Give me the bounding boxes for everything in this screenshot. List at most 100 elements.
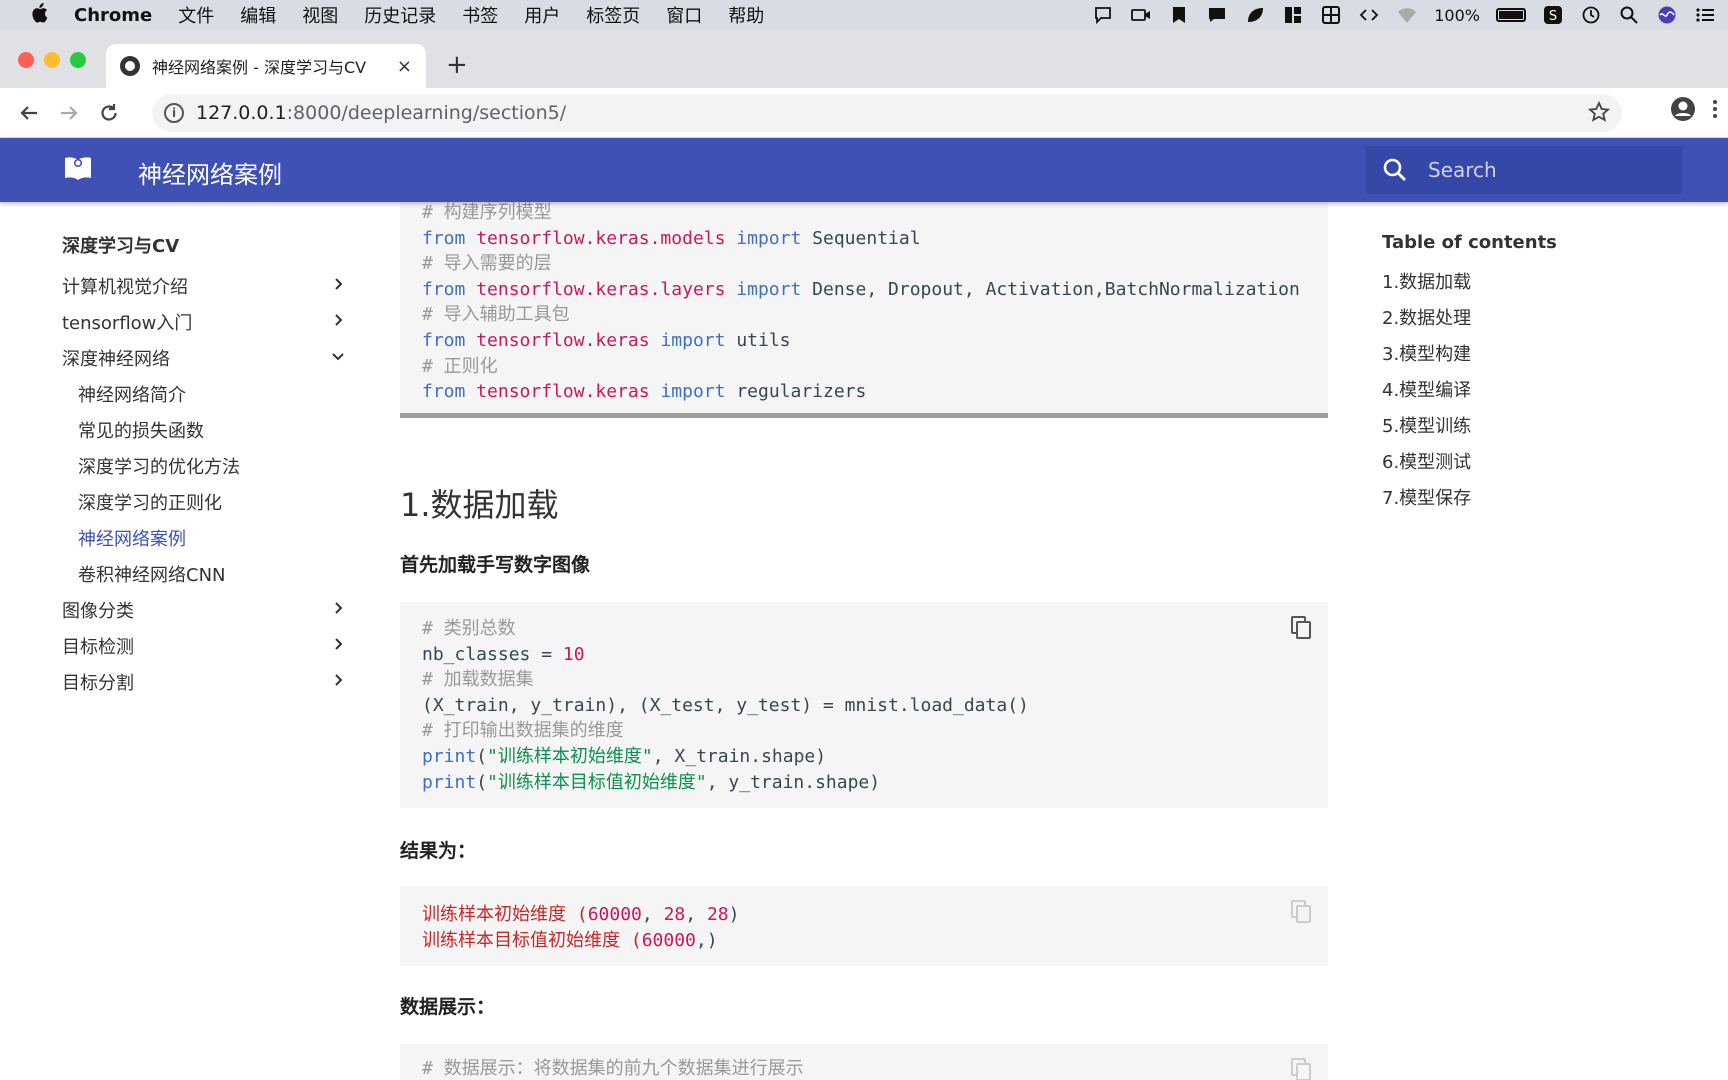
- toc-item-1[interactable]: 1.数据加载: [1382, 268, 1642, 304]
- code-string: "训练样本目标值初始维度": [487, 771, 707, 793]
- notification-icon[interactable]: [1206, 6, 1228, 24]
- output-number: 28: [706, 904, 729, 925]
- code-text: (: [476, 745, 488, 767]
- code-line: from tensorflow.keras.models import Sequ…: [422, 226, 1306, 252]
- nav-item-cnn[interactable]: 卷积神经网络CNN: [62, 556, 346, 592]
- code-text: Dense, Dropout, Activation,BatchNormaliz…: [812, 278, 1300, 300]
- nav-item-nn-intro[interactable]: 神经网络简介: [62, 376, 346, 412]
- code-icon[interactable]: [1358, 6, 1380, 24]
- chrome-menu-icon[interactable]: [1710, 98, 1720, 124]
- menu-tabs[interactable]: 标签页: [586, 2, 640, 28]
- nav-item-detection[interactable]: 目标检测: [62, 628, 346, 664]
- nav-item-segmentation[interactable]: 目标分割: [62, 664, 346, 700]
- clock-icon[interactable]: [1580, 6, 1602, 24]
- output-line: 训练样本目标值初始维度 (60000,): [422, 928, 1306, 954]
- siri-icon[interactable]: [1656, 6, 1678, 24]
- layout-icon[interactable]: [1282, 6, 1304, 24]
- bookmark-star-icon[interactable]: [1587, 100, 1611, 128]
- code-builtin: print: [422, 771, 477, 793]
- profile-avatar-icon[interactable]: [1670, 96, 1696, 126]
- browser-tab[interactable]: 神经网络案例 - 深度学习与CV ×: [106, 44, 426, 88]
- menu-bookmarks[interactable]: 书签: [462, 2, 498, 28]
- menu-app-chrome[interactable]: Chrome: [74, 5, 152, 26]
- nav-item-regularization[interactable]: 深度学习的正则化: [62, 484, 346, 520]
- toc-item-7[interactable]: 7.模型保存: [1382, 484, 1642, 520]
- menu-edit[interactable]: 编辑: [240, 2, 276, 28]
- nav-item-label: 深度学习的正则化: [78, 493, 222, 514]
- site-title[interactable]: 神经网络案例: [138, 155, 282, 190]
- toc-item-6[interactable]: 6.模型测试: [1382, 448, 1642, 484]
- chat-icon[interactable]: [1092, 6, 1114, 24]
- output-number: 60000: [641, 929, 696, 951]
- menu-view[interactable]: 视图: [302, 2, 338, 28]
- address-bar[interactable]: i 127.0.0.1:8000/deeplearning/section5/: [152, 94, 1622, 132]
- code-block-display[interactable]: # 数据展示：将数据集的前九个数据集进行展示: [400, 1044, 1328, 1080]
- app-s-icon[interactable]: S: [1542, 6, 1564, 24]
- code-comment: # 类别总数: [422, 618, 516, 639]
- code-builtin: print: [422, 745, 477, 767]
- reload-button[interactable]: [89, 93, 129, 133]
- code-block-load-data[interactable]: # 类别总数 nb_classes = 10 # 加载数据集 (X_train,…: [400, 602, 1328, 808]
- output-block[interactable]: 训练样本初始维度 (60000, 28, 28) 训练样本目标值初始维度 (60…: [400, 886, 1328, 966]
- nav-item-cv-intro[interactable]: 计算机视觉介绍: [62, 268, 346, 304]
- leaf-icon[interactable]: [1244, 6, 1266, 24]
- copy-icon[interactable]: [1290, 616, 1312, 640]
- nav-item-label: 深度学习的优化方法: [78, 457, 240, 478]
- site-header: 神经网络案例 Search: [0, 138, 1728, 202]
- code-module: tensorflow.keras: [476, 381, 650, 403]
- close-tab-icon[interactable]: ×: [397, 56, 412, 77]
- wifi-icon[interactable]: [1396, 6, 1418, 24]
- menu-help[interactable]: 帮助: [728, 2, 764, 28]
- chevron-right-icon: [335, 314, 343, 326]
- section-intro: 首先加载手写数字图像: [400, 554, 591, 576]
- apple-menu-icon[interactable]: [20, 2, 58, 28]
- toc-title: Table of contents: [1382, 232, 1557, 253]
- menu-profiles[interactable]: 用户: [524, 2, 560, 28]
- nav-item-nn-case[interactable]: 神经网络案例: [62, 520, 346, 556]
- zoom-window-button[interactable]: [70, 52, 86, 68]
- code-keyword: from: [422, 329, 466, 351]
- spotlight-icon[interactable]: [1618, 6, 1640, 24]
- forward-button[interactable]: [49, 93, 89, 133]
- site-info-icon[interactable]: i: [164, 103, 184, 123]
- code-keyword: import: [660, 329, 726, 351]
- battery-icon[interactable]: [1496, 8, 1526, 22]
- toc-item-3[interactable]: 3.模型构建: [1382, 340, 1642, 376]
- copy-icon[interactable]: [1290, 1058, 1312, 1080]
- menu-file[interactable]: 文件: [178, 2, 214, 28]
- search-input[interactable]: Search: [1366, 146, 1682, 194]
- svg-text:S: S: [1549, 9, 1557, 24]
- copy-icon[interactable]: [1290, 900, 1312, 924]
- code-line: from tensorflow.keras import regularizer…: [422, 379, 1306, 405]
- code-text: , X_train.shape): [652, 745, 827, 767]
- toc-item-2[interactable]: 2.数据处理: [1382, 304, 1642, 340]
- code-keyword: import: [660, 381, 726, 403]
- nav-item-optimizer[interactable]: 深度学习的优化方法: [62, 448, 346, 484]
- minimize-window-button[interactable]: [44, 52, 60, 68]
- nav-item-deep-nn[interactable]: 深度神经网络: [62, 340, 346, 376]
- code-line: from tensorflow.keras import utils: [422, 328, 1306, 354]
- menu-history[interactable]: 历史记录: [364, 2, 436, 28]
- toc-item-5[interactable]: 5.模型训练: [1382, 412, 1642, 448]
- nav-item-label: 卷积神经网络CNN: [78, 565, 226, 586]
- site-logo-icon[interactable]: [62, 154, 94, 186]
- nav-item-classification[interactable]: 图像分类: [62, 592, 346, 628]
- control-center-icon[interactable]: [1694, 6, 1716, 24]
- code-block-imports[interactable]: # 构建序列模型 from tensorflow.keras.models im…: [400, 202, 1328, 418]
- new-tab-button[interactable]: +: [446, 50, 468, 80]
- code-text: (: [476, 771, 488, 793]
- nav-item-label: tensorflow入门: [62, 313, 193, 334]
- code-keyword: from: [422, 227, 466, 249]
- nav-item-loss[interactable]: 常见的损失函数: [62, 412, 346, 448]
- back-button[interactable]: [9, 93, 49, 133]
- browser-toolbar: i 127.0.0.1:8000/deeplearning/section5/: [0, 88, 1728, 138]
- close-window-button[interactable]: [18, 52, 34, 68]
- bookmark-status-icon[interactable]: [1168, 6, 1190, 24]
- camera-icon[interactable]: [1130, 6, 1152, 24]
- toc-item-4[interactable]: 4.模型编译: [1382, 376, 1642, 412]
- reload-icon: [101, 103, 117, 121]
- menu-window[interactable]: 窗口: [666, 2, 702, 28]
- nav-title[interactable]: 深度学习与CV: [62, 232, 346, 268]
- grid-icon[interactable]: [1320, 6, 1342, 24]
- nav-item-tensorflow[interactable]: tensorflow入门: [62, 304, 346, 340]
